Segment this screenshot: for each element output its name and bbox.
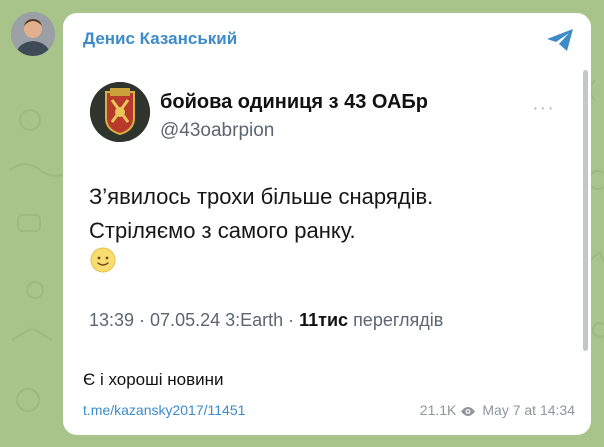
tweet-text: З’явилось трохи більше снарядів. Стріляє… bbox=[89, 180, 433, 248]
tweet-author-name: бойова одиниця з 43 ОАБр bbox=[160, 91, 429, 113]
tweet-timestamp: 13:39 · 07.05.24 3:Earth · bbox=[89, 310, 300, 330]
tweet-view-count: 11тис bbox=[299, 310, 349, 330]
message-timestamp: May 7 at 14:34 bbox=[482, 402, 575, 418]
message-stats: 21.1K May 7 at 14:34 bbox=[420, 402, 575, 418]
tweet-text-line: Стріляємо з самого ранку. bbox=[89, 218, 356, 243]
share-icon[interactable] bbox=[545, 27, 575, 53]
message-caption: Є і хороші новини bbox=[83, 370, 224, 389]
tweet-meta: 13:39 · 07.05.24 3:Earth · 11тис перегля… bbox=[89, 310, 443, 331]
view-count: 21.1K bbox=[419, 402, 457, 418]
embed-scrollbar[interactable] bbox=[583, 70, 588, 351]
tweet-author-avatar[interactable] bbox=[90, 82, 150, 142]
sender-avatar[interactable] bbox=[11, 12, 55, 56]
eye-icon bbox=[461, 407, 476, 416]
tweet-views-label: переглядів bbox=[348, 310, 444, 330]
tweet-text-line: З’явилось трохи більше снарядів. bbox=[89, 184, 434, 209]
message-link[interactable]: t.me/kazansky2017/11451 bbox=[83, 402, 245, 418]
message-bubble[interactable]: Денис Казанський бойова одиниця з 43 ОАБ… bbox=[63, 13, 591, 435]
more-options-icon[interactable]: ··· bbox=[532, 97, 555, 120]
tweet-embed[interactable]: бойова одиниця з 43 ОАБр @43oabrpion ···… bbox=[75, 71, 581, 363]
tweet-author-handle: @43oabrpion bbox=[160, 120, 275, 141]
sender-name[interactable]: Денис Казанський bbox=[83, 29, 237, 49]
slightly-smiling-face-icon bbox=[90, 247, 116, 273]
